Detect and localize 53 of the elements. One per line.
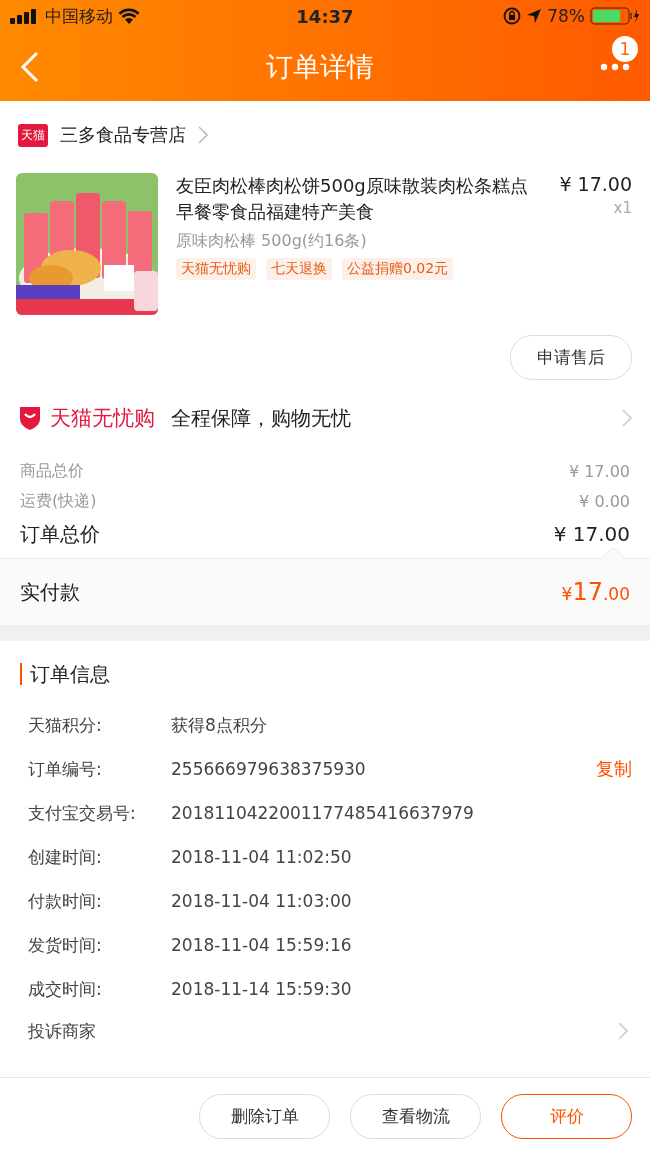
chevron-right-icon (618, 1022, 628, 1040)
guarantee-brand: 天猫无忧购 (50, 405, 155, 432)
cost-label: 订单总价 (20, 520, 100, 548)
info-label: 订单编号: (28, 757, 103, 781)
cost-label: 运费(快递) (20, 490, 97, 512)
battery-icon (590, 7, 640, 25)
status-time: 14:37 (296, 5, 354, 27)
section-title: 订单信息 (30, 660, 110, 688)
guarantee-text: 全程保障，购物无忧 (171, 404, 351, 432)
paid-label: 实付款 (20, 578, 80, 606)
chevron-right-icon (198, 126, 208, 144)
rotation-lock-icon (503, 7, 522, 25)
product-quantity: x1 (613, 199, 632, 217)
info-value: 2018-11-04 11:03:00 (171, 891, 353, 911)
product-variant: 原味肉松棒 500g(约16条) (176, 231, 368, 252)
store-badge: 天猫 (18, 123, 48, 147)
chevron-right-icon[interactable] (622, 409, 632, 427)
complaint-link[interactable]: 投诉商家 (28, 1019, 96, 1043)
location-icon (526, 8, 543, 24)
after-sale-button[interactable]: 申请售后 (510, 335, 632, 380)
back-icon[interactable] (20, 50, 40, 83)
info-label: 付款时间: (28, 889, 103, 913)
more-icon[interactable] (600, 62, 630, 71)
info-value: 2018110422001177485416637979 (171, 803, 475, 823)
store-name[interactable]: 三多食品专营店 (60, 123, 186, 147)
cost-value: ¥ 17.00 (568, 461, 630, 481)
info-value: 2018-11-04 15:59:16 (171, 935, 353, 955)
action-button[interactable]: 删除订单 (199, 1094, 330, 1139)
info-value: 255666979638375930 (171, 759, 367, 779)
info-value: 获得8点积分 (171, 713, 268, 737)
notification-badge: 1 (612, 35, 638, 62)
action-button[interactable]: 查看物流 (350, 1094, 481, 1139)
page-title: 订单详情 (266, 49, 374, 84)
info-label: 创建时间: (28, 845, 103, 869)
shield-icon (18, 405, 42, 431)
wifi-icon (118, 8, 140, 24)
info-value: 2018-11-14 15:59:30 (171, 979, 353, 999)
service-tag: 七天退换 (266, 258, 332, 280)
service-tag: 公益捐赠0.02元 (342, 258, 454, 280)
service-tag: 天猫无忧购 (176, 258, 256, 280)
info-label: 支付宝交易号: (28, 801, 137, 825)
info-label: 成交时间: (28, 977, 103, 1001)
info-label: 天猫积分: (28, 713, 103, 737)
battery-percent: 78% (547, 6, 585, 26)
product-price: ¥ 17.00 (559, 173, 632, 195)
info-label: 发货时间: (28, 933, 103, 957)
cost-value: ¥ 0.00 (579, 491, 630, 511)
cost-value: ¥ 17.00 (553, 522, 630, 546)
paid-amount: ¥17.00 (561, 578, 630, 606)
info-value: 2018-11-04 11:02:50 (171, 847, 353, 867)
cost-label: 商品总价 (20, 460, 84, 482)
product-title[interactable]: 友臣肉松棒肉松饼500g原味散装肉松条糕点早餐零食品福建特产美食 (176, 173, 538, 225)
carrier-name: 中国移动 (45, 4, 113, 28)
